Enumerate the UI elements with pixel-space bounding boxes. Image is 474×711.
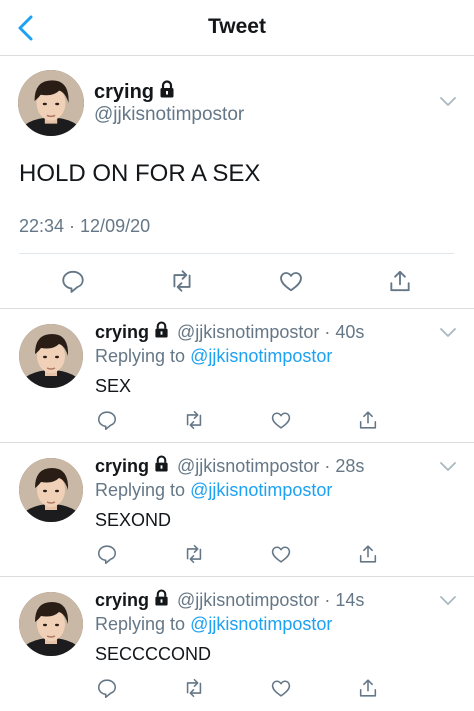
divider <box>19 253 454 254</box>
navigation-bar: Tweet <box>0 0 474 56</box>
author-name-row: crying @jjkisnotimpostor · 40s <box>95 321 364 343</box>
author-name-row: crying @jjkisnotimpostor · 14s <box>95 589 364 611</box>
display-name: crying <box>95 321 150 342</box>
chevron-down-icon[interactable] <box>440 94 456 112</box>
retweet-icon[interactable] <box>183 543 205 565</box>
like-icon[interactable] <box>270 677 292 699</box>
lock-icon <box>154 455 169 477</box>
handle-and-time: @jjkisnotimpostor · 40s <box>177 321 365 342</box>
reply-tweet[interactable]: crying @jjkisnotimpostor · 28s Replying … <box>0 443 474 577</box>
main-tweet: crying @jjkisnotimpostor HOLD ON FOR A S… <box>0 56 474 309</box>
share-icon[interactable] <box>357 543 379 565</box>
share-icon[interactable] <box>357 409 379 431</box>
tweet-text: HOLD ON FOR A SEX <box>19 160 261 187</box>
lock-icon <box>154 589 169 611</box>
retweet-icon[interactable] <box>169 268 195 294</box>
avatar[interactable] <box>19 324 83 388</box>
lock-icon <box>154 321 169 343</box>
page-title: Tweet <box>208 15 266 38</box>
share-icon[interactable] <box>357 677 379 699</box>
like-icon[interactable] <box>278 268 304 294</box>
tweet-text: SEXOND <box>95 510 172 530</box>
reply-tweet[interactable]: crying @jjkisnotimpostor · 14s Replying … <box>0 577 474 711</box>
display-name: crying <box>95 589 150 610</box>
mention-link[interactable]: @jjkisnotimpostor <box>190 614 332 634</box>
lock-icon <box>159 80 175 104</box>
reply-icon[interactable] <box>96 677 118 699</box>
replying-to: Replying to @jjkisnotimpostor <box>95 480 332 501</box>
replying-label: Replying to <box>95 480 186 500</box>
handle-and-time: @jjkisnotimpostor · 28s <box>177 455 365 476</box>
replying-label: Replying to <box>95 346 186 366</box>
reply-icon[interactable] <box>96 543 118 565</box>
chevron-down-icon[interactable] <box>440 593 456 611</box>
tweet-text: SECCCCOND <box>95 644 212 664</box>
avatar[interactable] <box>18 70 84 136</box>
like-icon[interactable] <box>270 543 292 565</box>
timestamp: 22:34 · 12/09/20 <box>19 216 151 236</box>
retweet-icon[interactable] <box>183 677 205 699</box>
tweet-text: SEX <box>95 376 132 396</box>
mention-link[interactable]: @jjkisnotimpostor <box>190 346 332 366</box>
reply-icon[interactable] <box>96 409 118 431</box>
handle[interactable]: @jjkisnotimpostor <box>94 104 244 126</box>
retweet-icon[interactable] <box>183 409 205 431</box>
display-name: crying <box>95 455 150 476</box>
like-icon[interactable] <box>270 409 292 431</box>
replying-to: Replying to @jjkisnotimpostor <box>95 346 332 367</box>
chevron-down-icon[interactable] <box>440 325 456 343</box>
chevron-down-icon[interactable] <box>440 459 456 477</box>
reply-icon[interactable] <box>60 268 86 294</box>
author-name-row: crying @jjkisnotimpostor · 28s <box>95 455 364 477</box>
replying-label: Replying to <box>95 614 186 634</box>
share-icon[interactable] <box>387 268 413 294</box>
display-name: crying <box>94 80 155 103</box>
reply-tweet[interactable]: crying @jjkisnotimpostor · 40s Replying … <box>0 309 474 443</box>
mention-link[interactable]: @jjkisnotimpostor <box>190 480 332 500</box>
avatar[interactable] <box>19 458 83 522</box>
avatar[interactable] <box>19 592 83 656</box>
handle-and-time: @jjkisnotimpostor · 14s <box>177 589 365 610</box>
author-name-row[interactable]: crying <box>94 80 175 104</box>
replying-to: Replying to @jjkisnotimpostor <box>95 614 332 635</box>
